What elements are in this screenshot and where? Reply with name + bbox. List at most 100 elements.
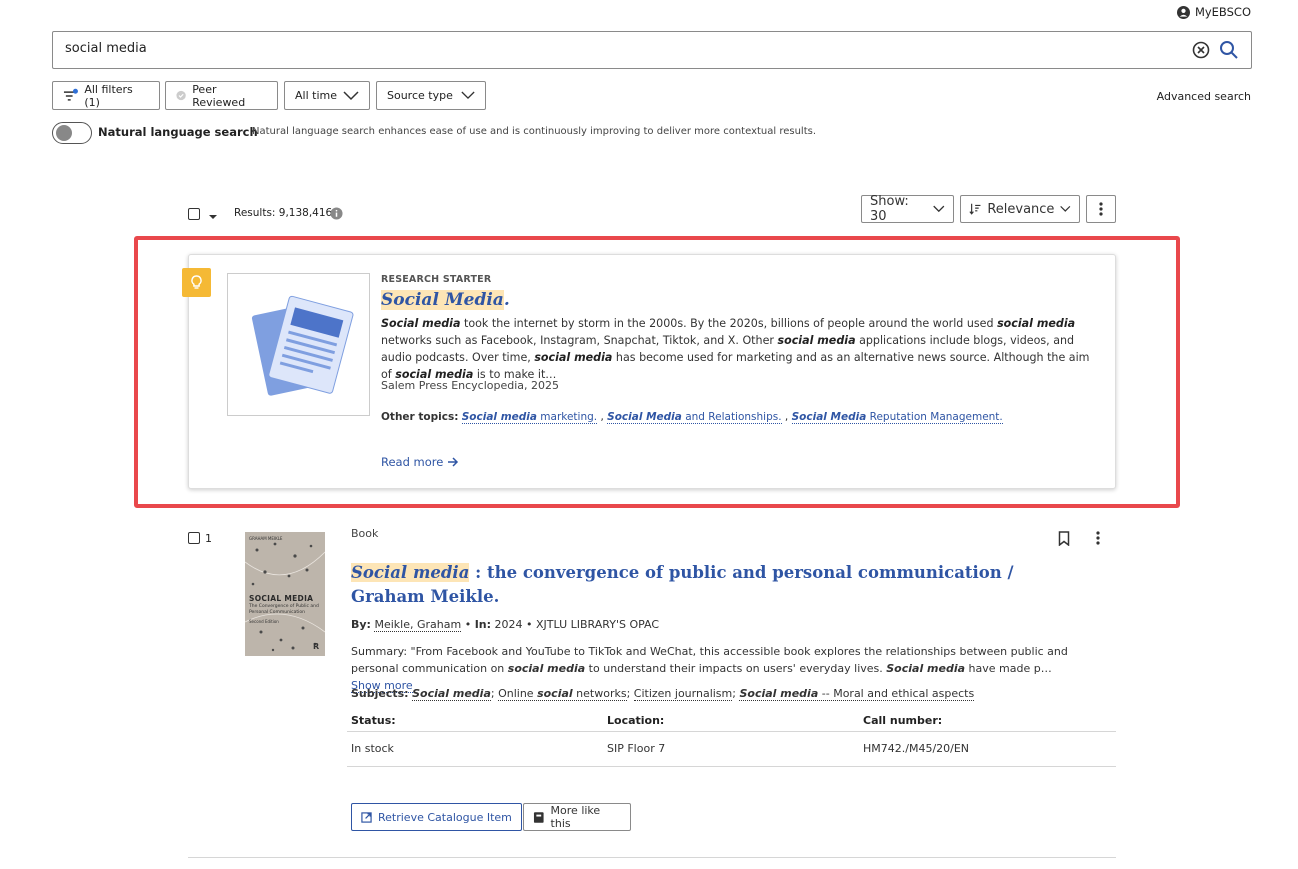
library-name: XJTLU LIBRARY'S OPAC — [536, 618, 660, 631]
natural-language-toggle[interactable] — [52, 122, 92, 144]
other-topics-label: Other topics: — [381, 411, 459, 423]
research-starter-thumbnail — [227, 273, 370, 416]
peer-reviewed-label: Peer Reviewed — [192, 82, 246, 109]
research-starter-source: Salem Press Encyclopedia, 2025 — [381, 379, 560, 392]
all-filters-button[interactable]: All filters (1) — [52, 81, 160, 110]
results-options-button[interactable] — [1086, 195, 1116, 223]
author-link[interactable]: Meikle, Graham — [374, 618, 462, 632]
search-icon — [1220, 41, 1238, 59]
subject-emphasis: Social media — [412, 687, 491, 700]
cover-edition: Second Edition — [249, 619, 279, 624]
status-header: Status: — [351, 714, 396, 727]
topic-link[interactable]: Social media marketing. — [461, 411, 598, 424]
external-link-icon — [361, 811, 372, 823]
location-value: SIP Floor 7 — [607, 742, 666, 755]
subject-link[interactable]: Online social networks — [498, 687, 627, 701]
cover-author: GRAHAM MEIKLE — [249, 536, 283, 541]
abstract-emphasis: social media — [997, 317, 1076, 330]
caret-down-icon — [209, 215, 217, 219]
in-label: In: — [474, 618, 492, 631]
subject-text: -- Moral and ethical aspects — [818, 687, 975, 700]
subject-emphasis: social — [537, 687, 573, 700]
search-bar — [52, 31, 1252, 69]
topic-link[interactable]: Social Media and Relationships. — [607, 411, 782, 424]
subject-link[interactable]: Social media -- Moral and ethical aspect… — [739, 687, 975, 701]
retrieve-catalogue-button[interactable]: Retrieve Catalogue Item — [351, 803, 522, 831]
more-like-this-label: More like this — [550, 804, 601, 830]
book-cover-image[interactable]: GRAHAM MEIKLE SOCIAL MEDIA The Convergen… — [245, 532, 325, 656]
results-count: Results: 9,138,416 — [234, 207, 333, 219]
select-all-checkbox[interactable] — [188, 208, 200, 220]
results-info-button[interactable] — [330, 207, 343, 223]
myebsco-label: MyEBSCO — [1194, 5, 1251, 19]
summary-emphasis: Social media — [886, 662, 966, 675]
call-number-value: HM742./M45/20/EN — [863, 742, 970, 755]
abstract-text: took the internet by storm in the 2000s.… — [460, 317, 998, 330]
summary-emphasis: social media — [507, 662, 586, 675]
other-topics: Other topics: Social media marketing. , … — [381, 411, 1003, 424]
subject-text: networks — [572, 687, 627, 700]
summary-text: to understand their impacts on users' ev… — [585, 662, 887, 675]
source-type-dropdown[interactable]: Source type — [376, 81, 486, 110]
topic-separator: , — [781, 411, 792, 423]
arrow-right-icon — [448, 457, 459, 467]
publisher-logo: R — [313, 642, 320, 651]
subject-separator: ; — [626, 687, 634, 700]
research-starter-label: RESEARCH STARTER — [381, 274, 492, 285]
date-filter-label: All time — [295, 89, 337, 102]
abstract-emphasis: social media — [534, 351, 613, 364]
meta-separator: • — [526, 618, 537, 631]
meta-separator: • — [464, 618, 475, 631]
subject-link[interactable]: Citizen journalism — [633, 687, 733, 701]
subject-separator: ; — [490, 687, 499, 700]
topic-emphasis: Social Media — [607, 411, 682, 423]
myebsco-link[interactable]: MyEBSCO — [1176, 5, 1251, 19]
source-type-label: Source type — [387, 89, 453, 102]
show-per-page-dropdown[interactable]: Show: 30 — [861, 194, 954, 224]
date-filter-dropdown[interactable]: All time — [284, 81, 370, 110]
topics-list: Social media marketing. , Social Media a… — [461, 411, 1003, 424]
result-subjects: Subjects: Social media; Online social ne… — [351, 687, 975, 701]
advanced-search-link[interactable]: Advanced search — [1157, 90, 1251, 103]
result-options-button[interactable] — [1096, 531, 1100, 548]
more-vertical-icon — [1096, 531, 1100, 545]
check-circle-icon — [176, 90, 186, 101]
table-divider — [347, 731, 1116, 732]
more-like-this-button[interactable]: More like this — [523, 803, 631, 831]
sort-dropdown[interactable]: Relevance — [960, 195, 1080, 223]
chevron-down-icon — [933, 205, 945, 213]
research-starter-title[interactable]: Social Media. — [381, 290, 510, 310]
chevron-down-icon — [343, 90, 359, 100]
show-per-page-label: Show: 30 — [870, 194, 909, 224]
summary-text: have made p… — [965, 662, 1052, 675]
result-checkbox[interactable] — [188, 532, 200, 544]
search-input[interactable] — [65, 41, 1165, 56]
bookmark-icon — [1058, 531, 1070, 547]
result-title[interactable]: Social media : the convergence of public… — [351, 561, 1051, 609]
cover-title: SOCIAL MEDIA — [249, 594, 314, 603]
clear-search-button[interactable] — [1192, 41, 1210, 59]
bookmark-button[interactable] — [1058, 531, 1070, 549]
research-starter-badge — [182, 268, 211, 297]
result-meta: By: Meikle, Graham • In: 2024 • XJTLU LI… — [351, 618, 660, 632]
chevron-down-icon — [1060, 205, 1071, 212]
subject-link[interactable]: Social media — [412, 687, 491, 701]
topic-emphasis: Social media — [461, 411, 537, 423]
topic-text: Reputation Management. — [866, 411, 1003, 423]
topic-link[interactable]: Social Media Reputation Management. — [791, 411, 1003, 424]
search-button[interactable] — [1219, 40, 1239, 60]
year: 2024 — [494, 618, 523, 631]
document-icon — [251, 295, 354, 396]
topic-text: and Relationships. — [681, 411, 782, 423]
peer-reviewed-button[interactable]: Peer Reviewed — [165, 81, 278, 110]
research-starter-abstract: Social media took the internet by storm … — [381, 315, 1093, 383]
select-menu-button[interactable] — [208, 210, 218, 224]
retrieve-catalogue-label: Retrieve Catalogue Item — [378, 810, 512, 824]
result-index: 1 — [205, 532, 212, 545]
read-more-link[interactable]: Read more — [381, 455, 459, 469]
topic-emphasis: Social Media — [791, 411, 867, 423]
clear-icon — [1192, 41, 1210, 59]
natural-language-description: Natural language search enhances ease of… — [252, 126, 817, 137]
sort-label: Relevance — [987, 201, 1055, 217]
all-filters-label: All filters (1) — [84, 82, 133, 109]
